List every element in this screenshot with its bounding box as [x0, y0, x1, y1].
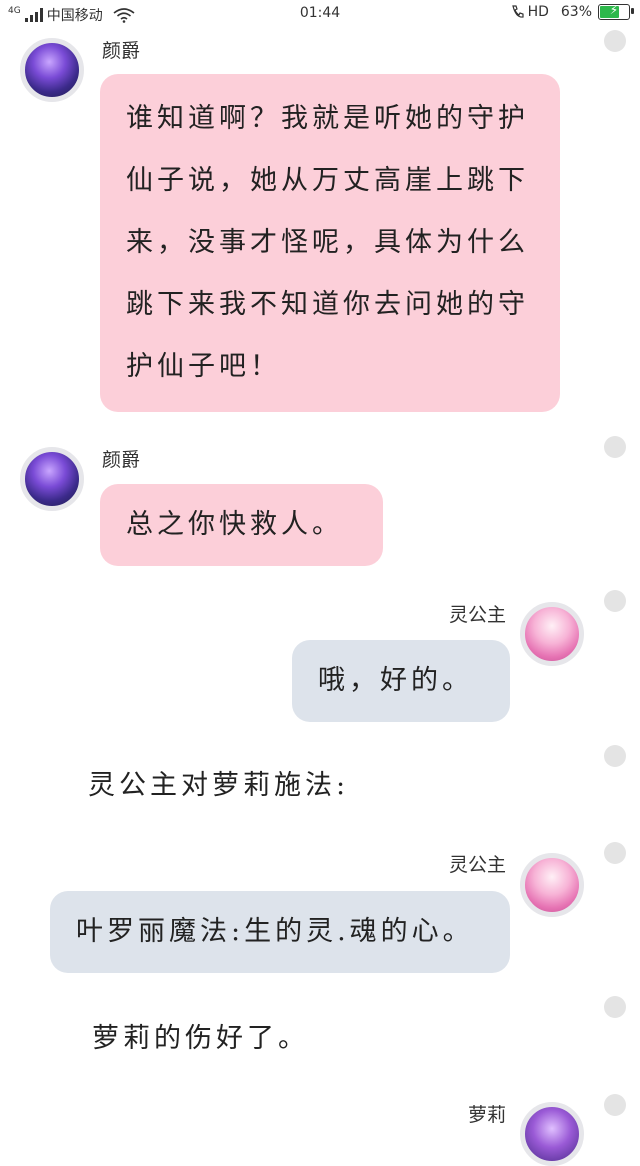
message-bubble[interactable]: 哦，好的。 [292, 640, 510, 722]
message-bubble[interactable]: 总之你快救人。 [100, 484, 383, 566]
avatar-linggongzhu[interactable] [520, 602, 584, 666]
select-dot[interactable] [604, 436, 626, 458]
status-bar: 4G 中国移动 01:44 HD 63% ⚡ [0, 0, 640, 28]
hd-indicator: HD [527, 4, 549, 20]
narration-text: 萝莉的伤好了。 [92, 1023, 309, 1054]
select-dot[interactable] [604, 842, 626, 864]
select-dot[interactable] [604, 30, 626, 52]
message-bubble[interactable]: 叶罗丽魔法:生的灵.魂的心。 [50, 891, 510, 973]
message-bubble[interactable]: 谁知道啊？我就是听她的守护仙子说，她从万丈高崖上跳下来，没事才怪呢，具体为什么跳… [100, 74, 560, 412]
sender-name: 颜爵 [102, 449, 141, 471]
select-dot[interactable] [604, 1094, 626, 1116]
narration-text: 灵公主对萝莉施法: [88, 770, 350, 801]
select-dot[interactable] [604, 590, 626, 612]
select-dot[interactable] [604, 745, 626, 767]
battery-icon: ⚡ [598, 3, 634, 20]
sender-name: 灵公主 [448, 604, 506, 626]
avatar-yanjue[interactable] [20, 447, 84, 511]
sender-name: 灵公主 [448, 854, 506, 876]
status-right: HD 63% ⚡ [510, 3, 634, 20]
avatar-linggongzhu[interactable] [520, 853, 584, 917]
phone-icon [511, 5, 524, 18]
select-dot[interactable] [604, 996, 626, 1018]
battery-percent: 63% [560, 4, 592, 20]
charging-icon: ⚡ [609, 3, 619, 17]
sender-name: 颜爵 [102, 40, 141, 62]
avatar-yanjue[interactable] [20, 38, 84, 102]
sender-name: 萝莉 [467, 1104, 506, 1126]
avatar-luoli[interactable] [520, 1102, 584, 1166]
